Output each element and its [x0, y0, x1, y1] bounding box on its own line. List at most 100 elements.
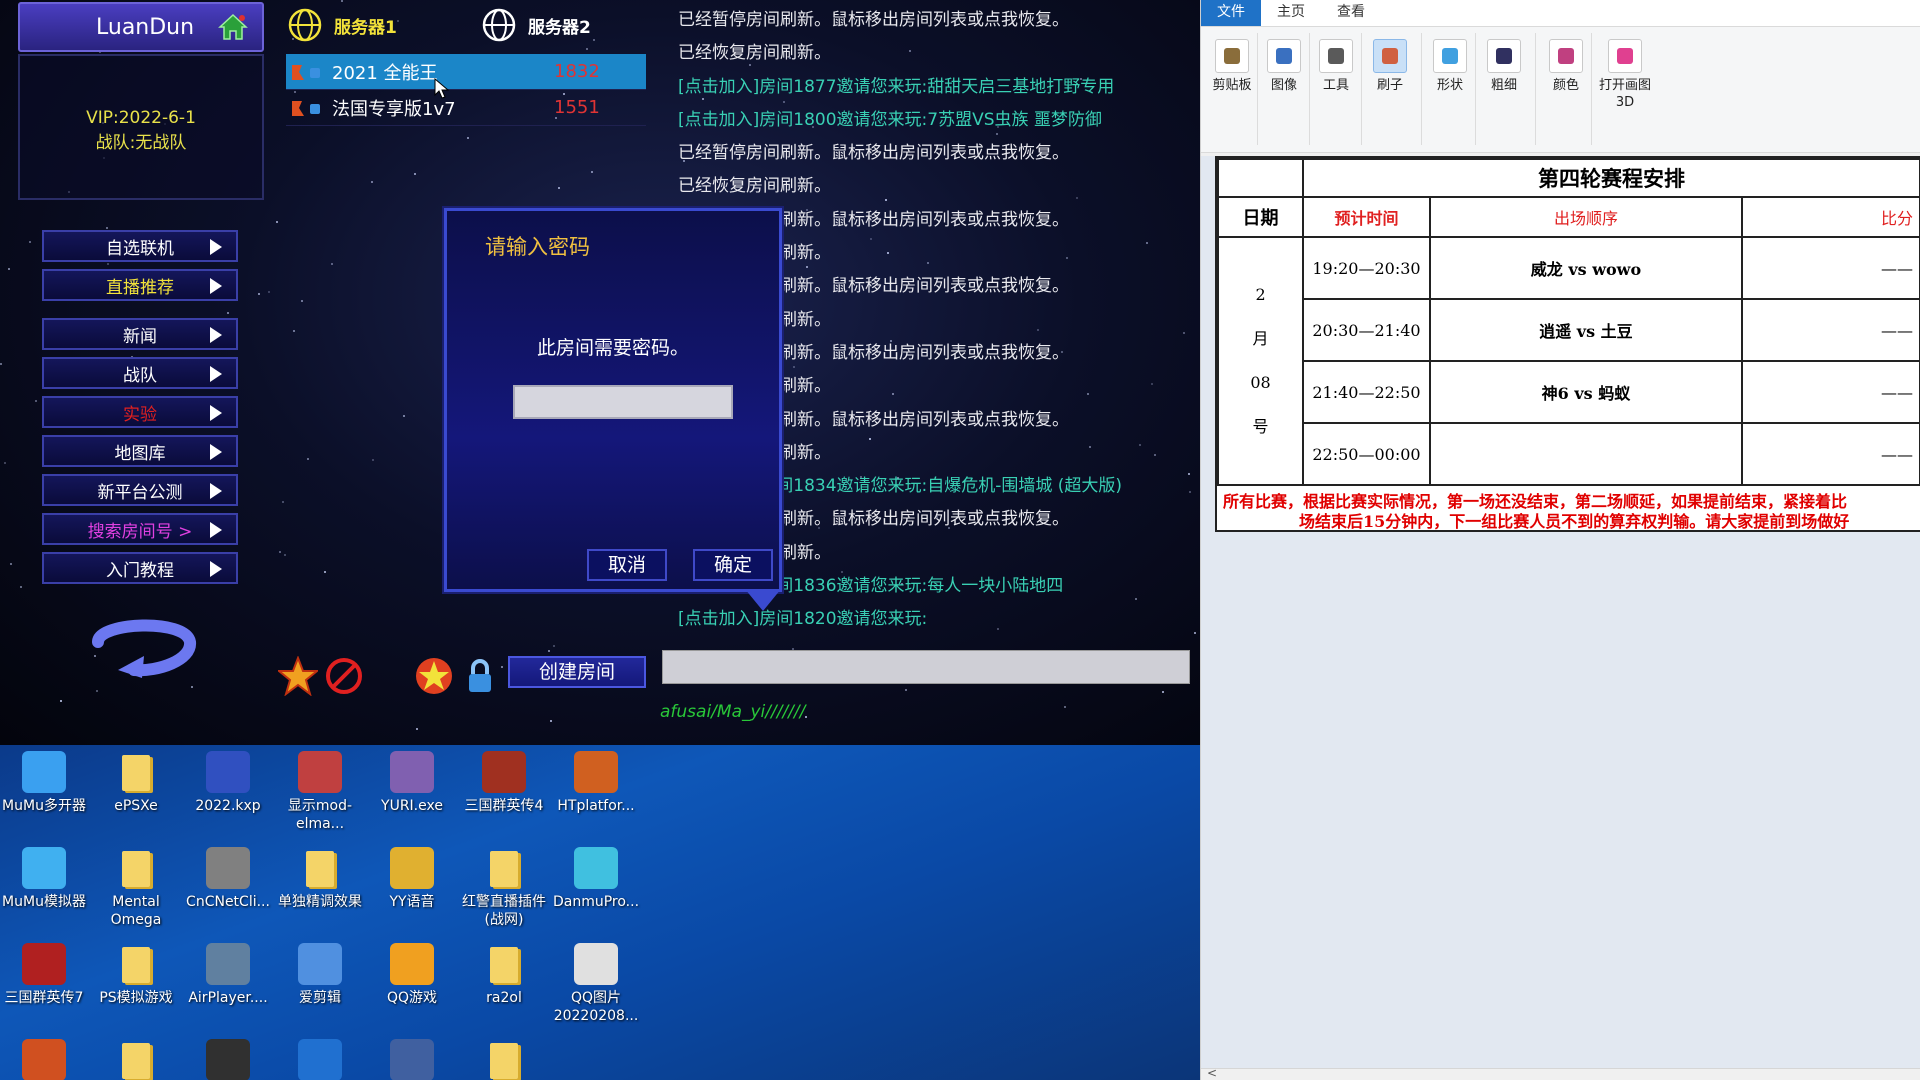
ribbon-separator	[1309, 33, 1310, 145]
no-entry-icon[interactable]	[324, 656, 364, 696]
row2-score: ——	[1741, 298, 1920, 362]
horizontal-scrollbar[interactable]: <	[1201, 1066, 1920, 1080]
play-arrow-icon	[210, 278, 222, 294]
desktop-icon[interactable]: MuMu模拟器	[0, 847, 88, 911]
menu-item[interactable]: 新闻	[42, 318, 238, 350]
desktop-icon[interactable]: 暴雪战网	[276, 1039, 364, 1080]
desktop-icon[interactable]: 心灵终结	[368, 1039, 456, 1080]
ribbon-tool[interactable]: 形状	[1427, 39, 1473, 94]
tab-server-1[interactable]: 服务器1	[288, 8, 397, 42]
desktop-icon[interactable]: Mental Omega	[92, 847, 180, 929]
home-icon[interactable]	[218, 13, 248, 41]
ribbon-tool[interactable]: 工具	[1313, 39, 1359, 94]
app-icon	[298, 943, 342, 985]
schedule-table: 第四轮赛程安排 日期 预计时间 出场顺序 比分 2 月 08 号 19:20—20:3…	[1217, 158, 1920, 486]
ribbon-tab[interactable]: 查看	[1321, 0, 1381, 26]
folder-icon	[306, 851, 334, 887]
tab-server-2[interactable]: 服务器2	[482, 8, 591, 42]
star-icon[interactable]	[414, 656, 454, 696]
star-dot	[466, 137, 469, 139]
room-row[interactable]: 2021 全能王 1832	[286, 54, 646, 90]
desktop-icon[interactable]: ra2ol	[460, 943, 548, 1007]
star-dot	[0, 362, 3, 365]
chat-line[interactable]: [点击加入]房间1877邀请您来玩:甜甜天启三基地打野专用	[678, 71, 1198, 104]
ribbon-tool[interactable]: 刷子	[1367, 39, 1413, 94]
chat-line[interactable]: [点击加入]房间1800邀请您来玩:7苏盟VS虫族 噩梦防御	[678, 104, 1198, 137]
create-room-button[interactable]: 创建房间	[508, 656, 646, 688]
desktop-icon[interactable]: AirPlayer....	[184, 943, 272, 1007]
row1-time: 19:20—20:30	[1302, 236, 1431, 300]
ribbon-tab[interactable]: 文件	[1201, 0, 1261, 26]
play-arrow-icon	[210, 444, 222, 460]
clipboard-icon	[1215, 39, 1249, 73]
room-row[interactable]: 法国专享版1v7 1551	[286, 90, 646, 126]
menu-item[interactable]: 入门教程	[42, 552, 238, 584]
menu-item[interactable]: 新平台公测	[42, 474, 238, 506]
ribbon-tool[interactable]: 剪贴板	[1209, 39, 1255, 94]
desktop-icon-label: MuMu模拟器	[2, 894, 86, 910]
play-arrow-icon	[210, 327, 222, 343]
globe-icon	[288, 8, 322, 42]
room-player-count: 1551	[554, 97, 600, 118]
folder-icon	[122, 1043, 150, 1079]
desktop-icon[interactable]: MuMu多开器	[0, 751, 88, 815]
star-dot	[226, 312, 229, 315]
desktop-icon[interactable]: 三国群英传7	[0, 943, 88, 1007]
ribbon-tool-label: 工具	[1322, 78, 1349, 93]
menu-item[interactable]: 地图库	[42, 435, 238, 467]
desktop-icon[interactable]: ePSXe	[92, 751, 180, 815]
desktop-icon[interactable]: 弹幕	[460, 1039, 548, 1080]
desktop-icon[interactable]: 显示mod-elma...	[276, 751, 364, 833]
menu-item[interactable]: 搜索房间号 >	[42, 513, 238, 545]
menu-item[interactable]: 自选联机	[42, 230, 238, 262]
desktop-icon[interactable]: PS模拟游戏	[92, 943, 180, 1007]
desktop-icon[interactable]: Samplitude	[92, 1039, 180, 1080]
desktop-icon[interactable]: DanmuPro...	[552, 847, 640, 911]
desktop-icon[interactable]: 单独精调效果	[276, 847, 364, 911]
star-dot	[300, 299, 303, 302]
desktop-icon[interactable]: YY语音	[368, 847, 456, 911]
col-time-header: 预计时间	[1302, 196, 1431, 238]
globe-icon	[482, 8, 516, 42]
desktop-icon[interactable]: 爱剪辑	[276, 943, 364, 1007]
ribbon-toolbar: 剪贴板 图像 工具 刷子 形状 粗细 颜色 打开画图 3D	[1201, 27, 1920, 153]
desktop-icon[interactable]: HTplatfor...	[552, 751, 640, 815]
desktop-icon[interactable]: Ra2.exe	[0, 1039, 88, 1080]
ok-button[interactable]: 确定	[693, 549, 773, 581]
star-dot	[279, 551, 282, 554]
star-dot	[20, 585, 23, 588]
tab-server-1-label: 服务器1	[334, 17, 397, 38]
desktop-icon[interactable]: 红警直播插件(战网)	[460, 847, 548, 929]
refresh-icon[interactable]	[78, 612, 206, 678]
ribbon-separator	[1475, 33, 1476, 145]
play-arrow-icon	[210, 483, 222, 499]
ribbon-tool[interactable]: 图像	[1261, 39, 1307, 94]
desktop-icon-label: MuMu多开器	[2, 798, 86, 814]
password-input[interactable]	[513, 385, 733, 419]
ribbon-tab[interactable]: 主页	[1261, 0, 1321, 26]
chat-input[interactable]	[662, 650, 1190, 684]
play-arrow-icon	[210, 522, 222, 538]
menu-item[interactable]: 实验	[42, 396, 238, 428]
desktop-icon[interactable]: CnCNetCli...	[184, 847, 272, 911]
menu-item-label: 直播推荐	[106, 277, 174, 298]
desktop-icon[interactable]: QQ游戏	[368, 943, 456, 1007]
desktop-icon[interactable]: QQ图片20220208...	[552, 943, 640, 1025]
star-dot	[258, 293, 261, 296]
lock-icon[interactable]	[460, 656, 500, 696]
desktop-icon[interactable]: 2022.kxp	[184, 751, 272, 815]
star-dot	[371, 458, 374, 461]
star-dot	[292, 330, 295, 333]
desktop-icon[interactable]: 三国群英传4	[460, 751, 548, 815]
desktop-icon[interactable]: YURI.exe	[368, 751, 456, 815]
ribbon-tool[interactable]: 颜色	[1543, 39, 1589, 94]
cancel-button[interactable]: 取消	[587, 549, 667, 581]
ribbon-tool[interactable]: 粗细	[1481, 39, 1527, 94]
star-dot	[34, 399, 37, 402]
star-badge-icon[interactable]	[278, 656, 318, 696]
scroll-left-icon[interactable]: <	[1207, 1066, 1217, 1080]
ribbon-tool[interactable]: 打开画图 3D	[1597, 39, 1653, 111]
menu-item[interactable]: 直播推荐	[42, 269, 238, 301]
desktop-icon[interactable]: CnCNet	[184, 1039, 272, 1080]
menu-item[interactable]: 战队	[42, 357, 238, 389]
